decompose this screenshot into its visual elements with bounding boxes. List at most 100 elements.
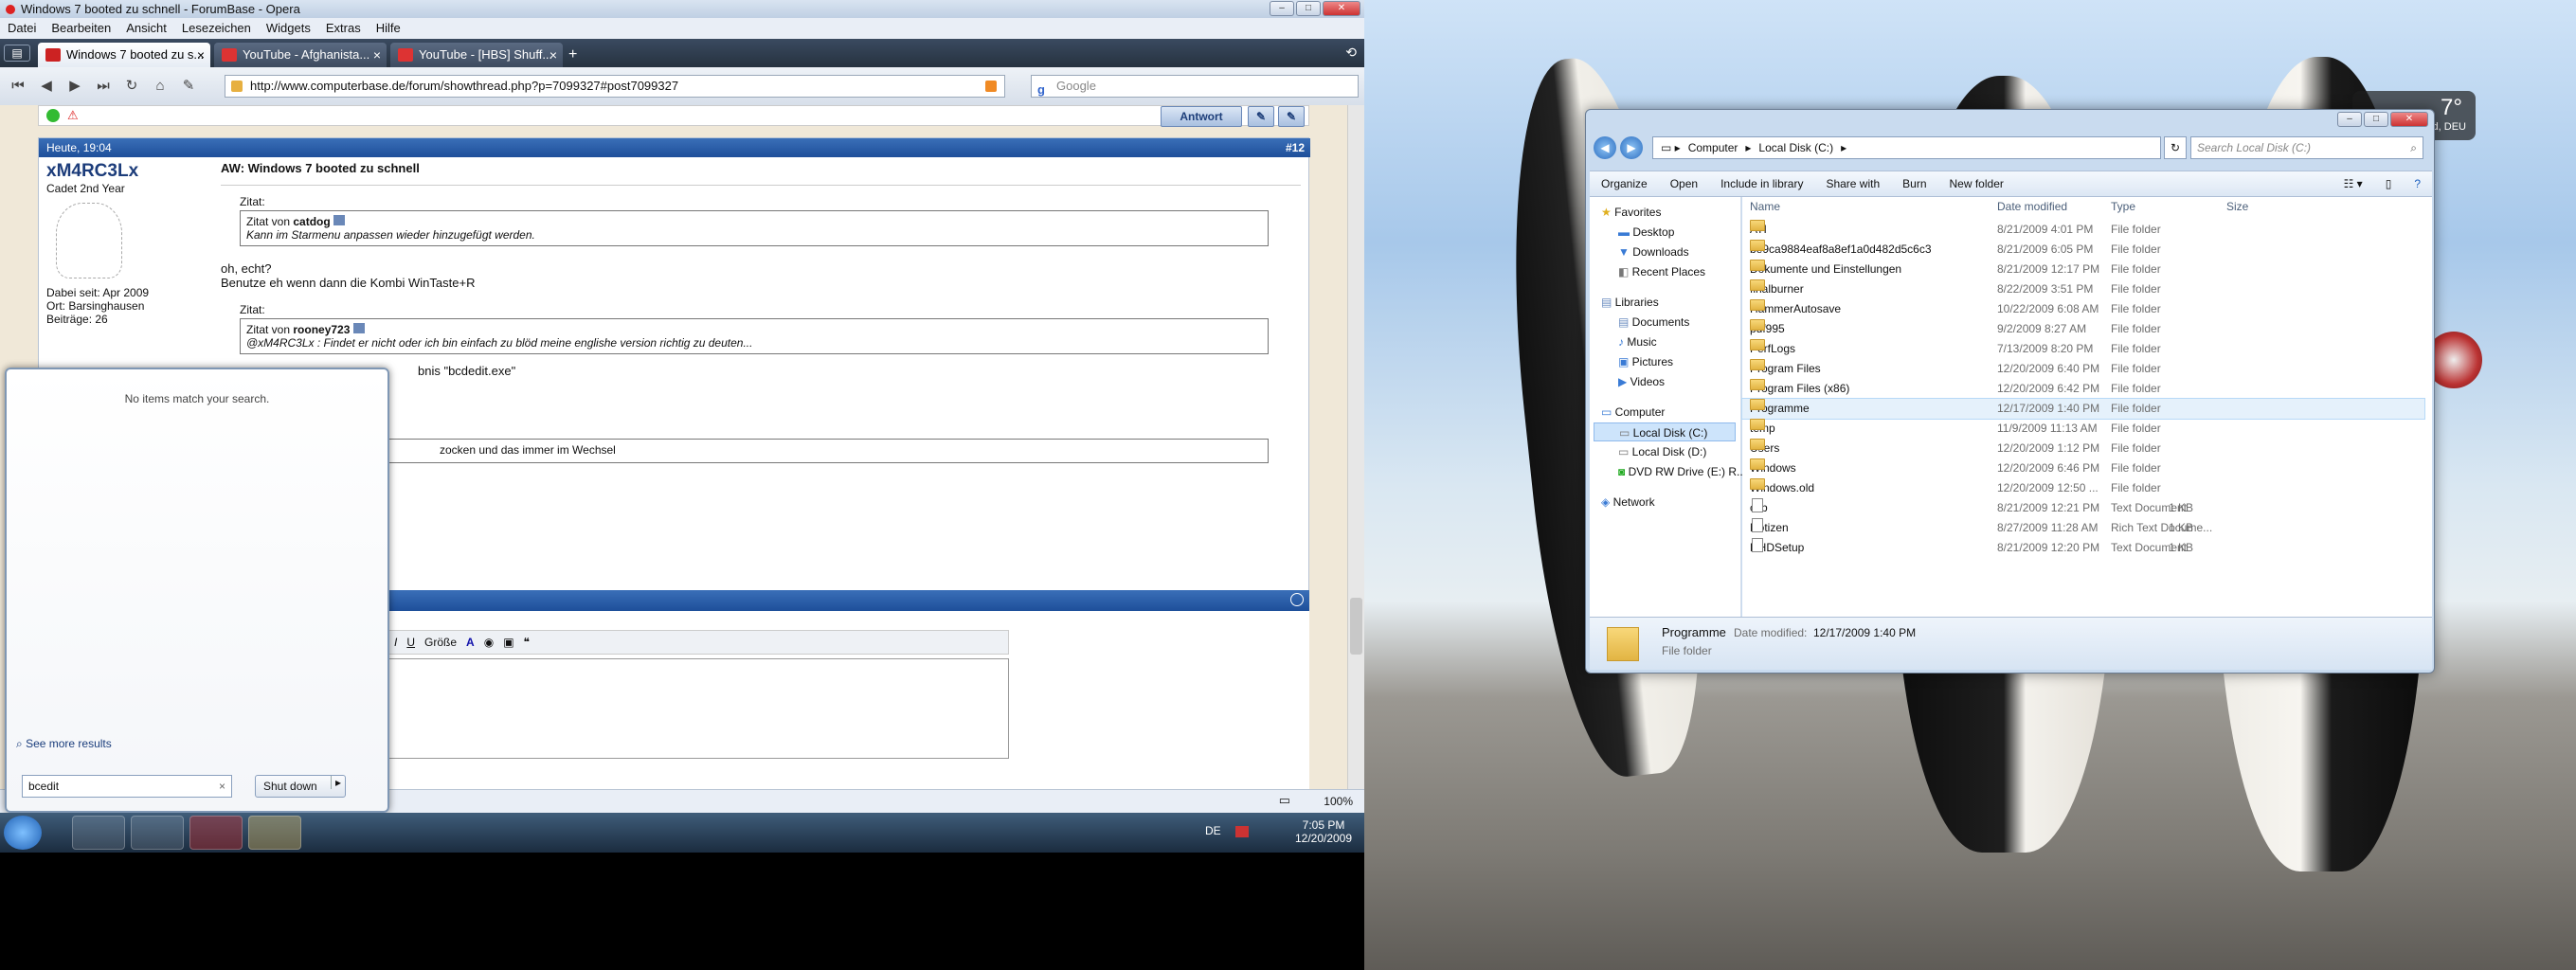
tab-youtube-1[interactable]: YouTube - Afghanista... × — [214, 43, 387, 67]
quote-icon[interactable]: ✎ — [1248, 106, 1274, 127]
taskbar-folder-icon[interactable] — [248, 816, 301, 850]
burn-button[interactable]: Burn — [1891, 171, 1937, 197]
quote-insert-icon[interactable]: ❝ — [524, 636, 530, 649]
file-row[interactable]: ATI 8/21/2009 4:01 PM File folder — [1742, 220, 2424, 240]
nav-computer[interactable]: ▭ Computer — [1601, 403, 1665, 422]
reply-button-top[interactable]: Antwort — [1161, 106, 1242, 127]
back-icon[interactable]: ◀ — [34, 74, 59, 99]
organize-button[interactable]: Organize — [1590, 171, 1659, 197]
taskbar-explorer-icon[interactable] — [72, 816, 125, 850]
flag-icon[interactable] — [1235, 826, 1249, 837]
minimize-button[interactable]: – — [1270, 1, 1294, 16]
file-row[interactable]: Notizen 8/27/2009 11:28 AM Rich Text Docum… — [1742, 518, 2424, 538]
italic-button[interactable]: I — [394, 636, 397, 649]
report-icon[interactable]: ⚠ — [67, 108, 79, 123]
nav-local-disk-c[interactable]: ▭ Local Disk (C:) — [1594, 422, 1736, 441]
nav-pictures[interactable]: ▣ Pictures — [1618, 352, 1673, 371]
rewind-icon[interactable]: ⏮ — [6, 74, 30, 99]
language-indicator[interactable]: DE — [1205, 824, 1221, 837]
menu-hilfe[interactable]: Hilfe — [369, 18, 408, 39]
file-row[interactable]: Programme 12/17/2009 1:40 PM File folder — [1741, 398, 2425, 420]
back-icon[interactable]: ◀ — [1594, 136, 1616, 159]
file-row[interactable]: Windows.old 12/20/2009 12:50 ... File fold… — [1742, 478, 2424, 498]
close-tab-icon[interactable]: × — [373, 43, 381, 67]
panel-toggle-icon[interactable]: ▤ — [4, 45, 30, 62]
multiquote-icon[interactable]: ✎ — [1278, 106, 1305, 127]
new-tab-icon[interactable]: + — [568, 46, 577, 63]
help-icon[interactable]: ? — [2403, 171, 2432, 197]
zoom-level[interactable]: 100% — [1324, 795, 1353, 808]
nav-favorites[interactable]: ★ Favorites — [1601, 203, 1661, 222]
file-row[interactable]: Program Files (x86) 12/20/2009 6:42 PM Fil… — [1742, 379, 2424, 399]
home-icon[interactable]: ⌂ — [148, 74, 172, 99]
explorer-close-button[interactable]: ✕ — [2390, 112, 2428, 127]
menu-extras[interactable]: Extras — [318, 18, 369, 39]
file-row[interactable]: Program Files 12/20/2009 6:40 PM File fold… — [1742, 359, 2424, 379]
reload-icon[interactable]: ↻ — [119, 74, 144, 99]
file-row[interactable]: finalburner 8/22/2009 3:51 PM File folder — [1742, 279, 2424, 299]
menu-lesezeichen[interactable]: Lesezeichen — [174, 18, 259, 39]
clock[interactable]: 7:05 PM 12/20/2009 — [1290, 818, 1357, 845]
shutdown-button[interactable]: Shut down ▸ — [255, 775, 346, 798]
nav-local-disk-d[interactable]: ▭ Local Disk (D:) — [1618, 442, 1706, 461]
file-row[interactable]: RHDSetup 8/21/2009 12:20 PM Text Document 1… — [1742, 538, 2424, 558]
include-in-library-button[interactable]: Include in library — [1709, 171, 1814, 197]
column-date-modified[interactable]: Date modified — [1997, 197, 2067, 217]
nav-downloads[interactable]: ▼ Downloads — [1618, 242, 1689, 261]
explorer-search-input[interactable]: Search Local Disk (C:) ⌕ — [2190, 136, 2423, 159]
scrollbar-thumb[interactable] — [1350, 598, 1362, 655]
breadcrumb-computer[interactable]: Computer — [1688, 141, 1738, 154]
file-row[interactable]: Dokumente und Einstellungen 8/21/2009 12:… — [1742, 260, 2424, 279]
preview-pane-icon[interactable]: ▯ — [2374, 171, 2404, 197]
share-with-button[interactable]: Share with — [1814, 171, 1891, 197]
explorer-minimize-button[interactable]: – — [2337, 112, 2362, 127]
view-post-icon[interactable] — [352, 323, 365, 333]
vertical-scrollbar[interactable] — [1347, 105, 1364, 789]
nav-documents[interactable]: ▤ Documents — [1618, 313, 1689, 332]
close-tab-icon[interactable]: × — [197, 43, 205, 67]
view-mode-icon[interactable]: ▭ — [1279, 793, 1290, 808]
tab-youtube-2[interactable]: YouTube - [HBS] Shuff... × — [390, 43, 563, 67]
link-icon[interactable]: ◉ — [484, 636, 494, 649]
image-icon[interactable]: ▣ — [503, 636, 513, 649]
nav-recent-places[interactable]: ◧ Recent Places — [1618, 262, 1705, 281]
file-row[interactable]: pdf995 9/2/2009 8:27 AM File folder — [1742, 319, 2424, 339]
open-button[interactable]: Open — [1659, 171, 1709, 197]
file-row[interactable]: Users 12/20/2009 1:12 PM File folder — [1742, 439, 2424, 458]
nav-dvd-drive[interactable]: ◙ DVD RW Drive (E:) R... — [1618, 462, 1746, 481]
nav-desktop[interactable]: ▬ Desktop — [1618, 223, 1674, 242]
close-button[interactable]: ✕ — [1323, 1, 1360, 16]
font-size-select[interactable]: Größe — [424, 636, 457, 649]
breadcrumb-local-disk[interactable]: Local Disk (C:) — [1758, 141, 1833, 154]
taskbar-opera-icon[interactable] — [189, 816, 243, 850]
close-tab-icon[interactable]: × — [549, 43, 557, 67]
start-button[interactable] — [4, 816, 42, 850]
menu-bearbeiten[interactable]: Bearbeiten — [44, 18, 118, 39]
author-name[interactable]: xM4RC3Lx — [46, 161, 217, 182]
file-row[interactable]: HammerAutosave 10/22/2009 6:08 AM File fol… — [1742, 299, 2424, 319]
file-row[interactable]: PerfLogs 7/13/2009 8:20 PM File folder — [1742, 339, 2424, 359]
nav-music[interactable]: ♪ Music — [1618, 332, 1657, 351]
view-post-icon[interactable] — [333, 215, 346, 225]
column-size[interactable]: Size — [2226, 197, 2248, 217]
see-more-results-link[interactable]: ⌕ See more results — [16, 737, 112, 751]
nav-libraries[interactable]: ▤ Libraries — [1601, 293, 1659, 312]
collapse-icon[interactable] — [1290, 593, 1304, 606]
menu-datei[interactable]: Datei — [0, 18, 44, 39]
view-options-icon[interactable]: ☷ ▾ — [2333, 171, 2374, 197]
search-input[interactable]: Google g — [1031, 75, 1359, 98]
tab-forumbase[interactable]: Windows 7 booted zu s... × — [38, 43, 210, 67]
refresh-icon[interactable]: ↻ — [2164, 136, 2187, 159]
reply-textarea[interactable] — [384, 658, 1009, 759]
forward-icon[interactable]: ▶ — [1620, 136, 1643, 159]
forward-icon[interactable]: ▶ — [63, 74, 87, 99]
font-color-icon[interactable]: A — [466, 636, 475, 649]
trash-icon[interactable]: ⟲ — [1345, 45, 1357, 61]
file-row[interactable]: Windows 12/20/2009 6:46 PM File folder — [1742, 458, 2424, 478]
menu-widgets[interactable]: Widgets — [259, 18, 318, 39]
file-row[interactable]: csb8/21/2009 12:21 PMText Document1 KB — [1742, 498, 2424, 518]
explorer-maximize-button[interactable]: □ — [2364, 112, 2388, 127]
nav-network[interactable]: ◈ Network — [1601, 493, 1655, 512]
file-row[interactable]: be9ca9884eaf8a8ef1a0d482d5c6c3 8/21/2009 … — [1742, 240, 2424, 260]
post-number[interactable]: #12 — [1286, 138, 1305, 157]
